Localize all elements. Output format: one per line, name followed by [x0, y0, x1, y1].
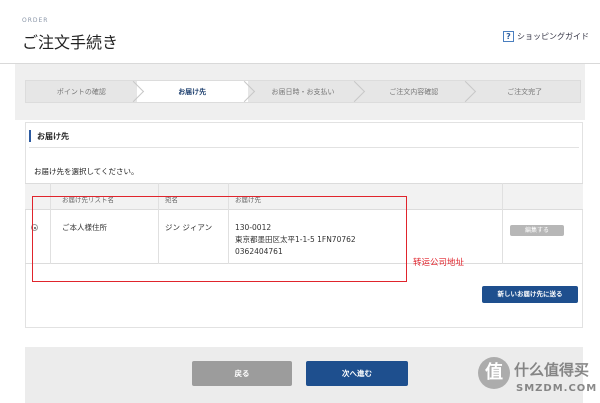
section-title: お届け先: [37, 132, 69, 141]
new-address-button[interactable]: 新しいお届け先に送る: [482, 286, 578, 303]
back-button[interactable]: 戻る: [192, 361, 292, 386]
progress-steps: ポイントの確認 お届け先 お届日時・お支払い ご注文内容確認 ご注文完了: [25, 80, 581, 103]
watermark-logo-icon: 值: [478, 357, 510, 389]
watermark-en: SMZDM.COM: [516, 383, 598, 394]
section-header: お届け先: [29, 130, 579, 148]
watermark-cn: 什么值得买: [514, 361, 590, 379]
instruction-text: お届け先を選択してください。: [34, 167, 139, 176]
section-accent-bar: [29, 130, 31, 142]
page-title: ご注文手続き: [22, 33, 119, 52]
step-delivery-date-payment: お届日時・お支払い: [248, 81, 359, 102]
watermark: 值 什么值得买 SMZDM.COM: [474, 355, 600, 403]
step-delivery-address: お届け先: [136, 81, 248, 102]
next-button[interactable]: 次へ進む: [306, 361, 408, 386]
column-divider: [502, 183, 503, 264]
help-icon: ?: [503, 31, 514, 42]
step-point-confirm: ポイントの確認: [26, 81, 137, 102]
shopping-guide-link[interactable]: ? ショッピングガイド: [503, 31, 589, 42]
annotation-note: 转运公司地址: [413, 258, 465, 268]
order-eyebrow: ORDER: [22, 17, 49, 24]
shopping-guide-label: ショッピングガイド: [517, 32, 589, 41]
annotation-highlight-box: [32, 196, 407, 282]
step-order-complete: ご注文完了: [507, 87, 543, 96]
step-order-review: ご注文内容確認: [358, 81, 469, 102]
edit-address-button[interactable]: 編集する: [510, 225, 564, 236]
